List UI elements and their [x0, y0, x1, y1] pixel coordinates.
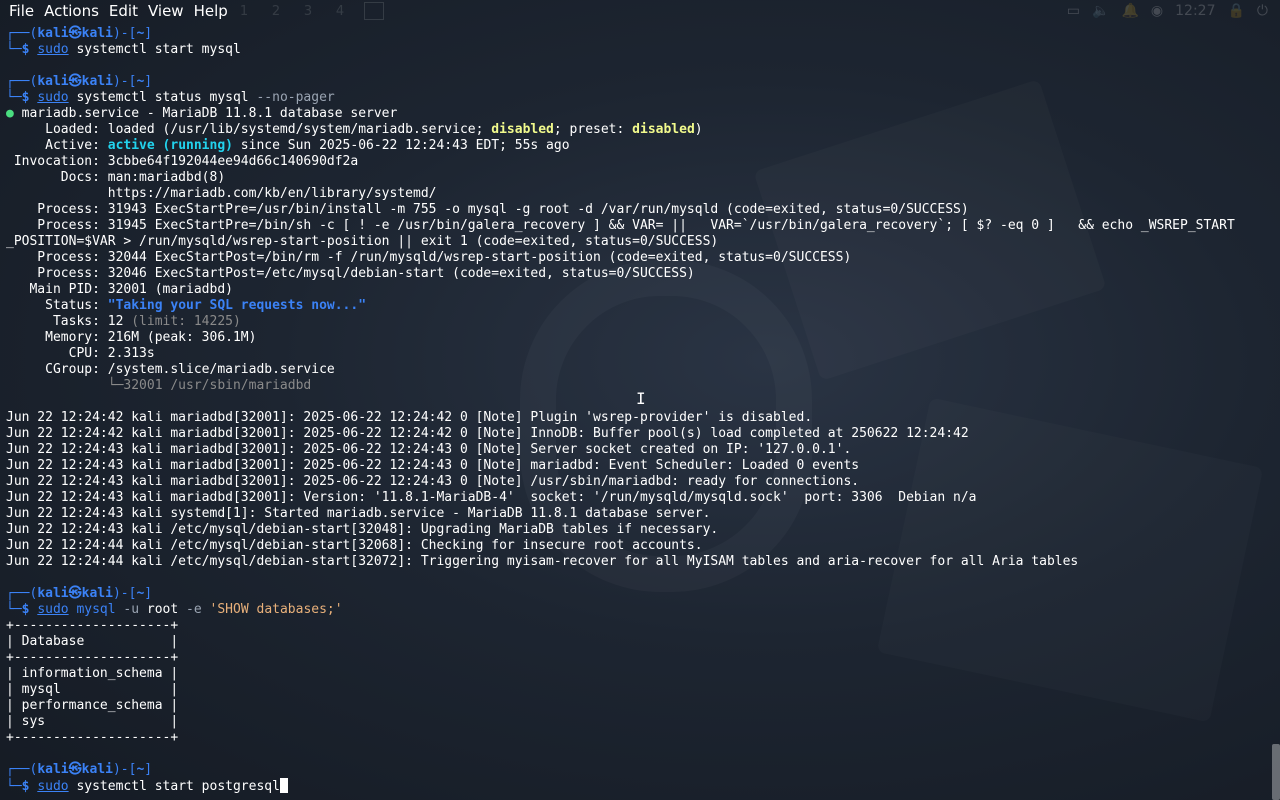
status-line: Status: "Taking your SQL requests now...… [6, 298, 367, 313]
clock: 12:27 [1175, 3, 1216, 19]
command-line: └─$ sudo mysql -u root -e 'SHOW database… [6, 602, 343, 617]
loaded-line: Loaded: loaded (/usr/lib/systemd/system/… [6, 122, 703, 137]
log-line: Jun 22 12:24:43 kali mariadbd[32001]: 20… [6, 458, 860, 473]
invocation-line: Invocation: 3cbbe64f192044ee94d66c140690… [6, 154, 359, 169]
screen-icon[interactable]: ▭ [1067, 3, 1080, 19]
log-line: Jun 22 12:24:43 kali mariadbd[32001]: 20… [6, 474, 860, 489]
log-line: Jun 22 12:24:43 kali /etc/mysql/debian-s… [6, 522, 719, 537]
lock-icon[interactable]: 🔒 [1227, 3, 1244, 19]
ibeam-cursor-icon: I [636, 389, 646, 408]
process-line: Process: 32046 ExecStartPost=/etc/mysql/… [6, 266, 695, 281]
menu-actions[interactable]: Actions [39, 0, 104, 22]
table-row: | performance_schema | [6, 698, 179, 713]
menu-file[interactable]: File [0, 0, 39, 22]
table-border: +--------------------+ [6, 618, 179, 633]
service-header: ● mariadb.service - MariaDB 11.8.1 datab… [6, 106, 398, 121]
log-line: Jun 22 12:24:42 kali mariadbd[32001]: 20… [6, 410, 813, 425]
active-line: Active: active (running) since Sun 2025-… [6, 138, 570, 153]
memory-line: Memory: 216M (peak: 306.1M) [6, 330, 257, 345]
workspace-3[interactable]: 3 [292, 4, 324, 19]
log-line: Jun 22 12:24:42 kali mariadbd[32001]: 20… [6, 426, 969, 441]
menu-view[interactable]: View [143, 0, 189, 22]
terminal-output[interactable]: ┌──(kali㉿kali)-[~] └─$ sudo systemctl st… [6, 26, 1274, 794]
volume-icon[interactable]: 🔈 [1092, 3, 1109, 19]
menu-help[interactable]: Help [189, 0, 233, 22]
cgroup-line: CGroup: /system.slice/mariadb.service [6, 362, 335, 377]
system-tray: ▭ 🔈 🔔 ◉ 12:27 🔒 ⏻ [1067, 0, 1280, 22]
scrollbar[interactable] [1272, 744, 1280, 800]
prompt-line: ┌──(kali㉿kali)-[~] [6, 26, 153, 41]
prompt-line: ┌──(kali㉿kali)-[~] [6, 586, 153, 601]
log-line: Jun 22 12:24:44 kali /etc/mysql/debian-s… [6, 554, 1079, 569]
table-border: +--------------------+ [6, 650, 179, 665]
table-header: | Database | [6, 634, 179, 649]
workspace-4[interactable]: 4 [324, 4, 356, 19]
docs-line: https://mariadb.com/kb/en/library/system… [6, 186, 437, 201]
table-row: | sys | [6, 714, 179, 729]
command-line: └─$ sudo systemctl status mysql --no-pag… [6, 90, 335, 105]
log-line: Jun 22 12:24:43 kali systemd[1]: Started… [6, 506, 711, 521]
command-line[interactable]: └─$ sudo systemctl start postgresql [6, 778, 1274, 794]
process-line: Process: 32044 ExecStartPost=/bin/rm -f … [6, 250, 852, 265]
main-pid-line: Main PID: 32001 (mariadbd) [6, 282, 233, 297]
table-border: +--------------------+ [6, 730, 179, 745]
network-icon[interactable]: ◉ [1151, 3, 1163, 19]
process-line: Process: 31945 ExecStartPre=/bin/sh -c [… [6, 218, 1235, 233]
process-line: Process: 31943 ExecStartPre=/usr/bin/ins… [6, 202, 969, 217]
workspace-switcher: 1 2 3 4 [228, 0, 384, 22]
notification-bell-icon[interactable]: 🔔 [1121, 3, 1138, 19]
command-line: └─$ sudo systemctl start mysql [6, 42, 241, 57]
log-line: Jun 22 12:24:44 kali /etc/mysql/debian-s… [6, 538, 703, 553]
workspace-2[interactable]: 2 [260, 4, 292, 19]
docs-line: Docs: man:mariadbd(8) [6, 170, 226, 185]
log-line: Jun 22 12:24:43 kali mariadbd[32001]: 20… [6, 442, 852, 457]
workspace-1[interactable]: 1 [228, 4, 260, 19]
process-line: _POSITION=$VAR > /run/mysqld/wsrep-start… [6, 234, 719, 249]
log-line: Jun 22 12:24:43 kali mariadbd[32001]: Ve… [6, 490, 977, 505]
prompt-line: ┌──(kali㉿kali)-[~] [6, 762, 153, 777]
text-cursor [279, 778, 288, 793]
terminal-icon [364, 2, 384, 20]
tasks-line: Tasks: 12 (limit: 14225) [6, 314, 241, 329]
table-row: | information_schema | [6, 666, 179, 681]
menu-edit[interactable]: Edit [104, 0, 143, 22]
cpu-line: CPU: 2.313s [6, 346, 155, 361]
table-row: | mysql | [6, 682, 179, 697]
power-icon[interactable]: ⏻ [1257, 3, 1268, 19]
prompt-line: ┌──(kali㉿kali)-[~] [6, 74, 153, 89]
